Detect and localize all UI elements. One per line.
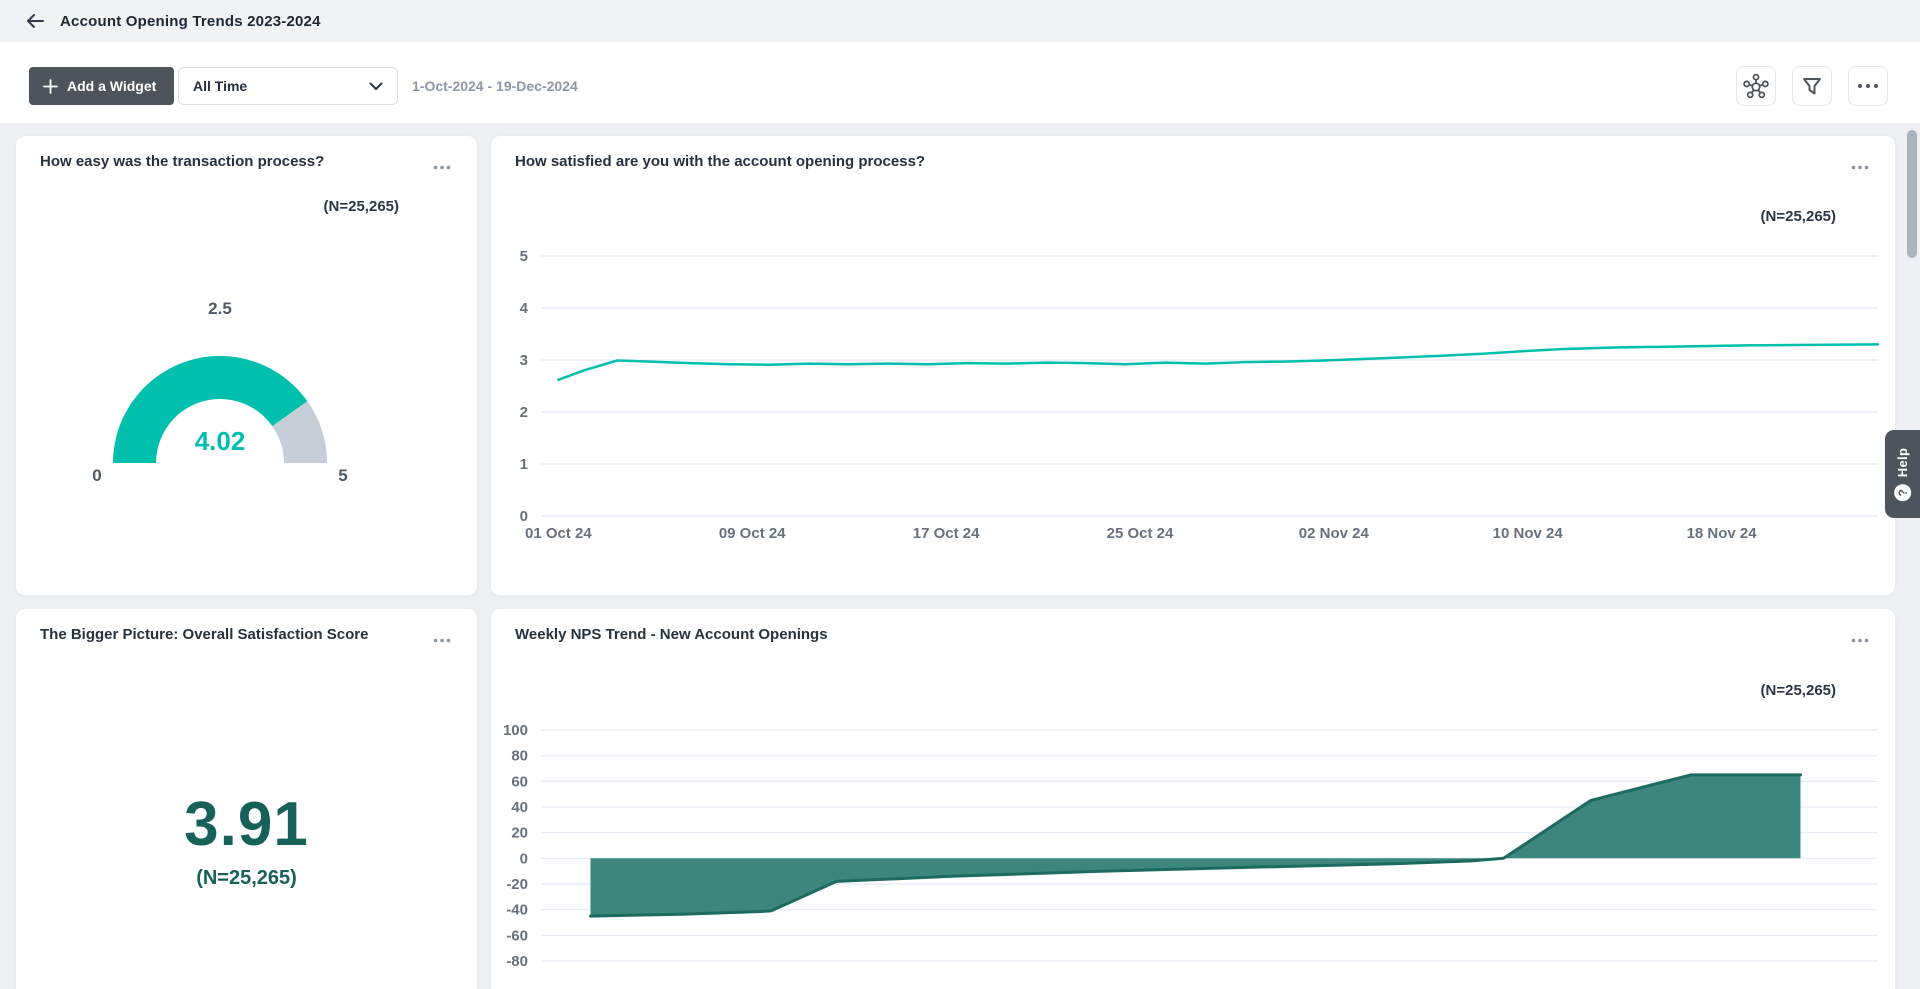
more-icon bbox=[433, 638, 451, 643]
time-filter-value: All Time bbox=[193, 78, 369, 94]
svg-text:-80: -80 bbox=[506, 953, 528, 970]
toolbar: Add a Widget All Time 1-Oct-2024 - 19-De… bbox=[0, 42, 1920, 123]
time-filter-dropdown[interactable]: All Time bbox=[178, 67, 398, 105]
gauge-arc: 4.02 bbox=[113, 356, 327, 463]
filter-button[interactable] bbox=[1792, 66, 1832, 106]
more-button[interactable] bbox=[1848, 66, 1888, 106]
plus-icon bbox=[43, 79, 58, 94]
svg-text:5: 5 bbox=[520, 248, 528, 265]
svg-text:25 Oct 24: 25 Oct 24 bbox=[1107, 525, 1174, 542]
svg-text:1: 1 bbox=[520, 456, 528, 473]
nps-area-chart: 100 80 60 40 20 0 -20 -40 -60 -80 bbox=[491, 609, 1897, 989]
n-count-label: (N=25,265) bbox=[324, 198, 399, 215]
widget-card-satisfaction-trend: How satisfied are you with the account o… bbox=[490, 135, 1896, 596]
help-tab[interactable]: ? Help bbox=[1885, 430, 1920, 518]
svg-text:09 Oct 24: 09 Oct 24 bbox=[719, 525, 786, 542]
overall-score-value: 3.91 bbox=[16, 789, 477, 860]
satisfaction-line-chart: 5 4 3 2 1 001 Oct 24 09 Oct 24 17 Oct 24 25 Oct … bbox=[491, 136, 1897, 597]
svg-text:0: 0 bbox=[520, 850, 528, 867]
svg-text:3: 3 bbox=[520, 352, 528, 369]
add-widget-button[interactable]: Add a Widget bbox=[29, 67, 174, 105]
help-icon: ? bbox=[1894, 484, 1911, 501]
svg-text:-40: -40 bbox=[506, 902, 528, 919]
widget-card-overall-score: The Bigger Picture: Overall Satisfaction… bbox=[15, 608, 478, 989]
n-count-label: (N=25,265) bbox=[16, 867, 477, 890]
back-button[interactable] bbox=[22, 8, 48, 34]
svg-text:100: 100 bbox=[503, 722, 528, 739]
svg-text:0: 0 bbox=[520, 508, 528, 525]
widget-card-transaction-ease: How easy was the transaction process? (N… bbox=[15, 135, 478, 596]
widget-card-weekly-nps: Weekly NPS Trend - New Account Openings … bbox=[490, 608, 1896, 989]
toolbar-actions bbox=[1736, 66, 1888, 106]
svg-text:02 Nov 24: 02 Nov 24 bbox=[1299, 525, 1370, 542]
analyze-button[interactable] bbox=[1736, 66, 1776, 106]
add-widget-label: Add a Widget bbox=[67, 78, 156, 94]
svg-text:01 Oct 24: 01 Oct 24 bbox=[525, 525, 592, 542]
date-range-label: 1-Oct-2024 - 19-Dec-2024 bbox=[412, 78, 578, 94]
page-title: Account Opening Trends 2023-2024 bbox=[60, 13, 321, 30]
svg-text:-20: -20 bbox=[506, 876, 528, 893]
filter-icon bbox=[1800, 74, 1824, 98]
svg-text:20: 20 bbox=[511, 825, 528, 842]
gauge-value: 4.02 bbox=[113, 426, 327, 457]
widget-menu-button[interactable] bbox=[429, 154, 455, 177]
chevron-down-icon bbox=[369, 82, 383, 91]
svg-text:17 Oct 24: 17 Oct 24 bbox=[913, 525, 980, 542]
svg-text:80: 80 bbox=[511, 748, 528, 765]
scrollbar-thumb[interactable] bbox=[1907, 130, 1917, 258]
svg-text:-60: -60 bbox=[506, 927, 528, 944]
more-icon bbox=[1857, 83, 1879, 89]
widget-title: How easy was the transaction process? bbox=[40, 153, 324, 170]
widget-title: The Bigger Picture: Overall Satisfaction… bbox=[40, 626, 368, 643]
gauge-max-label: 5 bbox=[327, 466, 359, 486]
node-graph-icon bbox=[1742, 72, 1770, 100]
gauge-mid-tick-label: 2.5 bbox=[113, 299, 327, 319]
svg-text:60: 60 bbox=[511, 773, 528, 790]
svg-text:18 Nov 24: 18 Nov 24 bbox=[1687, 525, 1758, 542]
arrow-left-icon bbox=[25, 14, 45, 28]
svg-text:2: 2 bbox=[520, 404, 528, 421]
titlebar: Account Opening Trends 2023-2024 bbox=[0, 0, 1920, 42]
svg-text:40: 40 bbox=[511, 799, 528, 816]
help-label: Help bbox=[1895, 447, 1910, 476]
svg-text:4: 4 bbox=[520, 300, 529, 317]
widget-menu-button[interactable] bbox=[429, 627, 455, 650]
gauge-chart: 4.02 2.5 0 5 bbox=[113, 356, 327, 463]
more-icon bbox=[433, 165, 451, 170]
svg-text:10 Nov 24: 10 Nov 24 bbox=[1493, 525, 1564, 542]
gauge-min-label: 0 bbox=[81, 466, 113, 486]
